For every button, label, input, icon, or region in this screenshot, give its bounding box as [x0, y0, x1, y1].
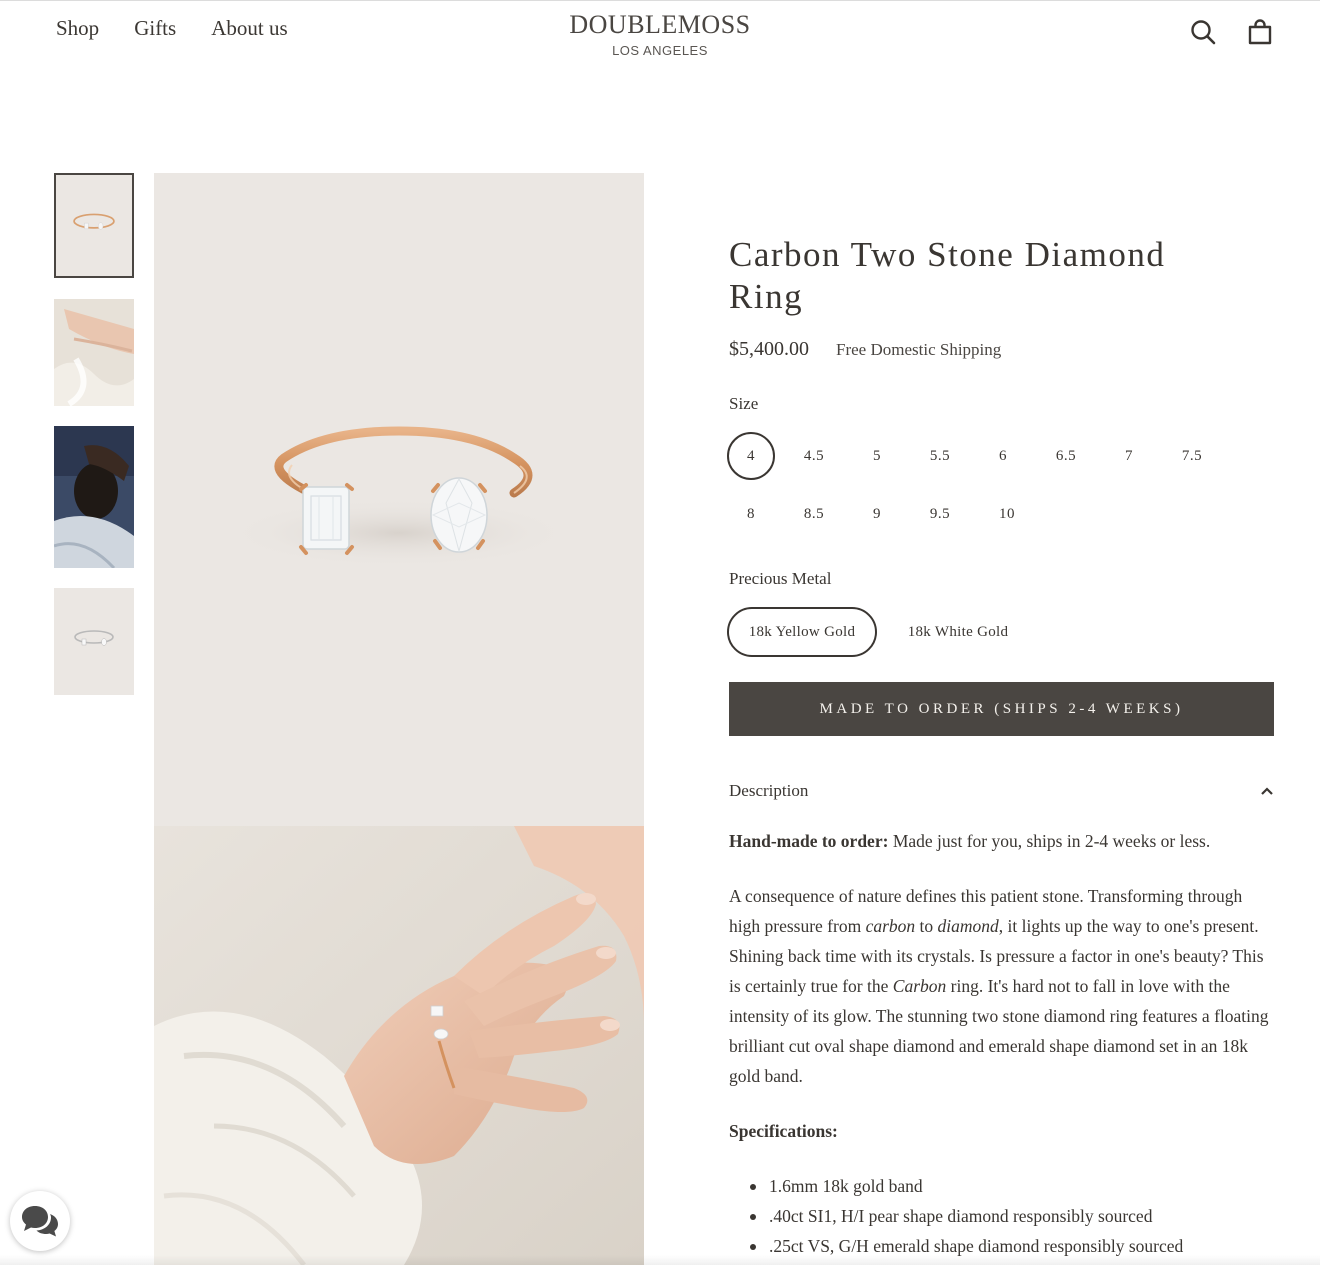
desc-carbon-ring: Carbon [892, 976, 947, 996]
lifestyle-hand-image[interactable] [154, 826, 644, 1265]
desc-carbon: carbon [865, 916, 916, 936]
size-option-7[interactable]: 7 [1105, 432, 1153, 480]
description-paragraph: A consequence of nature defines this pat… [729, 881, 1274, 1091]
thumbnail-ring[interactable] [54, 173, 134, 278]
brand-name: DOUBLEMOSS [569, 10, 751, 39]
size-option-5[interactable]: 5 [853, 432, 901, 480]
shipping-note: Free Domestic Shipping [836, 340, 1002, 359]
description-toggle[interactable]: Description [729, 778, 1274, 806]
spec-item: 1.6mm 18k gold band [729, 1171, 1274, 1201]
top-border [0, 0, 1320, 1]
size-option-5-5[interactable]: 5.5 [916, 432, 964, 480]
size-option-8-5[interactable]: 8.5 [790, 490, 838, 538]
product-title: Carbon Two Stone Diamond Ring [729, 235, 1166, 316]
size-option-6-5[interactable]: 6.5 [1042, 432, 1090, 480]
specifications-heading: Specifications: [729, 1116, 1274, 1146]
metal-option-white-gold[interactable]: 18k White Gold [886, 607, 1030, 657]
handmade-text: Made just for you, ships in 2-4 weeks or… [888, 831, 1211, 851]
product-price: $5,400.00 [729, 338, 809, 360]
size-option-4-5[interactable]: 4.5 [790, 432, 838, 480]
search-icon[interactable] [1189, 18, 1217, 46]
made-to-order-button[interactable]: MADE TO ORDER (SHIPS 2-4 WEEKS) [729, 682, 1274, 736]
size-option-9-5[interactable]: 9.5 [916, 490, 964, 538]
metal-option-yellow-gold[interactable]: 18k Yellow Gold [727, 607, 877, 657]
chat-button[interactable] [10, 1191, 70, 1251]
thumbnail-white-gold-ring[interactable] [54, 588, 134, 695]
brand-logo[interactable]: DOUBLEMOSS LOS ANGELES [0, 10, 1320, 59]
chevron-up-icon [1261, 787, 1273, 795]
size-option-9[interactable]: 9 [853, 490, 901, 538]
size-label: Size [729, 394, 759, 413]
bottom-shadow [0, 1255, 1320, 1265]
desc-to: to [915, 916, 938, 936]
size-option-10[interactable]: 10 [983, 490, 1031, 538]
size-option-8[interactable]: 8 [727, 490, 775, 538]
brand-city: LOS ANGELES [612, 43, 708, 58]
spec-item: .40ct SI1, H/I pear shape diamond respon… [729, 1201, 1274, 1231]
metal-label: Precious Metal [729, 569, 832, 588]
thumbnail-portrait[interactable] [54, 426, 134, 568]
size-option-4[interactable]: 4 [727, 432, 775, 480]
description-label: Description [729, 781, 809, 800]
handmade-label: Hand-made to order: [729, 831, 889, 851]
size-option-6[interactable]: 6 [979, 432, 1027, 480]
specs-label: Specifications: [729, 1121, 838, 1141]
chat-bubbles-icon [22, 1206, 58, 1237]
thumbnail-hand[interactable] [54, 299, 134, 406]
desc-diamond: diamond [937, 916, 999, 936]
size-option-7-5[interactable]: 7.5 [1168, 432, 1216, 480]
cart-icon[interactable] [1246, 18, 1274, 46]
handmade-note: Hand-made to order: Made just for you, s… [729, 826, 1274, 856]
main-product-image[interactable] [154, 173, 644, 826]
specifications-list: 1.6mm 18k gold band .40ct SI1, H/I pear … [729, 1171, 1274, 1261]
